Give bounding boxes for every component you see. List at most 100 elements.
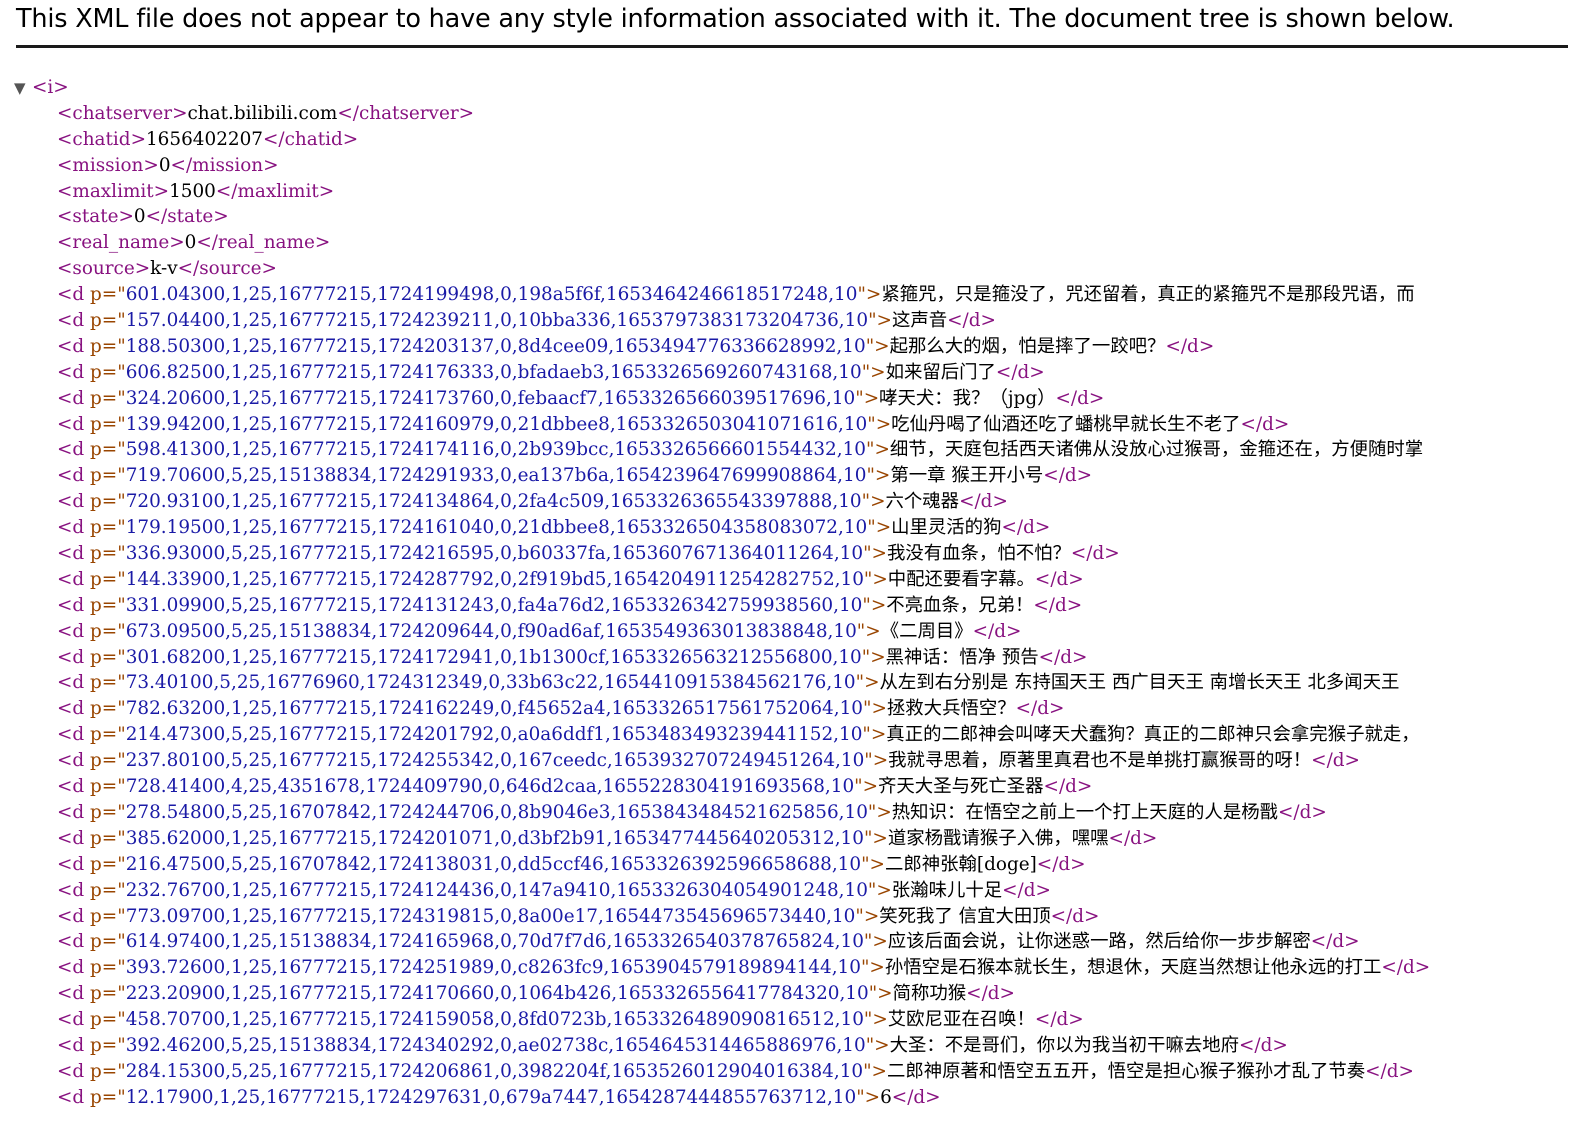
danmaku-text: 二郎神原著和悟空五五开，悟空是担心猴子猴孙才乱了节奏 — [886, 1060, 1366, 1082]
danmaku-row: <d p="157.04400,1,25,16777215,1724239211… — [0, 308, 1574, 334]
field-close-tag: </chatserver> — [337, 102, 475, 124]
danmaku-text: 山里灵活的狗 — [891, 517, 1002, 539]
danmaku-attr-close: "> — [865, 1034, 890, 1056]
danmaku-row: <d p="385.62000,1,25,16777215,1724201071… — [0, 826, 1574, 852]
danmaku-text: 二郎神张翰[doge] — [884, 853, 1037, 875]
field-close-tag: </chatid> — [263, 128, 359, 150]
danmaku-attr-close: "> — [867, 517, 892, 539]
danmaku-attr-name: p=" — [90, 931, 126, 953]
field-value: chat.bilibili.com — [187, 102, 338, 124]
xml-document-tree: ▼ <i> <chatserver>chat.bilibili.com</chat… — [0, 75, 1574, 1111]
danmaku-attr-close: "> — [856, 1086, 881, 1108]
danmaku-close-tag: </d> — [1278, 801, 1327, 823]
danmaku-attr-close: "> — [867, 879, 892, 901]
xml-field-row: <maxlimit>1500</maxlimit> — [0, 179, 1574, 205]
danmaku-attr-close: "> — [861, 646, 886, 668]
danmaku-open-tag: <d — [57, 620, 91, 642]
xml-field-row: <state>0</state> — [0, 204, 1574, 230]
danmaku-text: 笑死我了 信宜大田顶 — [879, 905, 1051, 927]
danmaku-attr-value: 601.04300,1,25,16777215,1724199498,0,198… — [125, 284, 858, 306]
root-element-row: ▼ <i> — [0, 75, 1574, 101]
danmaku-attr-name: p=" — [90, 361, 126, 383]
danmaku-row: <d p="393.72600,1,25,16777215,1724251989… — [0, 955, 1574, 981]
danmaku-attr-value: 237.80100,5,25,16777215,1724255342,0,167… — [125, 750, 865, 772]
danmaku-row: <d p="179.19500,1,25,16777215,1724161040… — [0, 515, 1574, 541]
danmaku-row: <d p="601.04300,1,25,16777215,1724199498… — [0, 282, 1574, 308]
danmaku-row: <d p="324.20600,1,25,16777215,1724173760… — [0, 386, 1574, 412]
danmaku-attr-value: 12.17900,1,25,16777215,1724297631,0,679a… — [125, 1086, 857, 1108]
danmaku-attr-value: 673.09500,5,25,15138834,1724209644,0,f90… — [125, 620, 857, 642]
xml-info-banner: This XML file does not appear to have an… — [16, 0, 1568, 48]
danmaku-attr-name: p=" — [90, 853, 126, 875]
danmaku-attr-value: 336.93000,5,25,16777215,1724216595,0,b60… — [125, 543, 864, 565]
danmaku-attr-name: p=" — [90, 1009, 126, 1031]
danmaku-attr-close: "> — [865, 335, 890, 357]
danmaku-attr-name: p=" — [90, 983, 126, 1005]
danmaku-attr-value: 385.62000,1,25,16777215,1724201071,0,d3b… — [125, 827, 864, 849]
danmaku-open-tag: <d — [57, 776, 91, 798]
danmaku-open-tag: <d — [57, 672, 91, 694]
danmaku-text: 紧箍咒，只是箍没了，咒还留着，真正的紧箍咒不是那段咒语，而 — [881, 284, 1415, 306]
danmaku-attr-value: 232.76700,1,25,16777215,1724124436,0,147… — [125, 879, 868, 901]
danmaku-text: 如来留后门了 — [885, 361, 996, 383]
danmaku-text: 我没有血条，怕不怕？ — [886, 543, 1071, 565]
danmaku-attr-close: "> — [854, 776, 879, 798]
collapse-toggle-icon[interactable]: ▼ — [14, 76, 32, 102]
xml-field-row: <chatserver>chat.bilibili.com</chatserve… — [0, 101, 1574, 127]
danmaku-attr-close: "> — [860, 957, 885, 979]
danmaku-attr-close: "> — [861, 361, 886, 383]
danmaku-row: <d p="728.41400,4,25,4351678,1724409790,… — [0, 774, 1574, 800]
danmaku-attr-name: p=" — [90, 750, 126, 772]
danmaku-open-tag: <d — [57, 543, 91, 565]
danmaku-row: <d p="331.09900,5,25,16777215,1724131243… — [0, 593, 1574, 619]
danmaku-text: 我就寻思着，原著里真君也不是单挑打赢猴哥的呀！ — [888, 750, 1312, 772]
danmaku-close-tag: </d> — [1050, 905, 1100, 927]
danmaku-attr-name: p=" — [90, 413, 126, 435]
danmaku-attr-value: 278.54800,5,25,16707842,1724244706,0,8b9… — [125, 801, 868, 823]
danmaku-row: <d p="606.82500,1,25,16777215,1724176333… — [0, 360, 1574, 386]
danmaku-attr-name: p=" — [90, 724, 126, 746]
danmaku-attr-name: p=" — [90, 905, 126, 927]
danmaku-attr-name: p=" — [90, 568, 126, 590]
danmaku-open-tag: <d — [57, 284, 91, 306]
danmaku-row: <d p="598.41300,1,25,16777215,1724174116… — [0, 437, 1574, 463]
danmaku-row: <d p="139.94200,1,25,16777215,1724160979… — [0, 412, 1574, 438]
danmaku-attr-name: p=" — [90, 801, 126, 823]
field-close-tag: </mission> — [170, 154, 279, 176]
danmaku-attr-value: 214.47300,5,25,16777215,1724201792,0,a0a… — [125, 724, 863, 746]
danmaku-close-tag: </d> — [1165, 335, 1215, 357]
danmaku-attr-close: "> — [867, 413, 892, 435]
danmaku-attr-close: "> — [861, 853, 885, 875]
danmaku-attr-close: "> — [864, 750, 889, 772]
danmaku-open-tag: <d — [57, 361, 91, 383]
danmaku-row: <d p="458.70700,1,25,16777215,1724159058… — [0, 1007, 1574, 1033]
danmaku-row: <d p="782.63200,1,25,16777215,1724162249… — [0, 696, 1574, 722]
danmaku-close-tag: </d> — [966, 983, 1015, 1005]
danmaku-row: <d p="673.09500,5,25,15138834,1724209644… — [0, 619, 1574, 645]
danmaku-attr-value: 598.41300,1,25,16777215,1724174116,0,2b9… — [125, 439, 866, 461]
field-value: 0 — [133, 206, 146, 228]
danmaku-close-tag: </d> — [947, 310, 996, 332]
danmaku-text: 道家杨戬请猴子入佛，嘿嘿 — [887, 827, 1109, 849]
field-open-tag: <maxlimit> — [57, 180, 170, 202]
danmaku-attr-value: 157.04400,1,25,16777215,1724239211,0,10b… — [125, 310, 869, 332]
danmaku-close-tag: </d> — [1239, 1034, 1288, 1056]
danmaku-attr-close: "> — [862, 724, 887, 746]
danmaku-attr-name: p=" — [90, 284, 126, 306]
danmaku-row: <d p="301.68200,1,25,16777215,1724172941… — [0, 645, 1574, 671]
field-value: k-v — [150, 258, 178, 280]
danmaku-attr-value: 606.82500,1,25,16777215,1724176333,0,bfa… — [125, 361, 862, 383]
danmaku-open-tag: <d — [57, 724, 91, 746]
danmaku-close-tag: </d> — [972, 620, 1022, 642]
danmaku-attr-value: 301.68200,1,25,16777215,1724172941,0,1b1… — [125, 646, 862, 668]
field-open-tag: <real_name> — [57, 232, 185, 254]
field-open-tag: <chatid> — [57, 128, 146, 150]
danmaku-attr-name: p=" — [90, 594, 126, 616]
danmaku-attr-value: 458.70700,1,25,16777215,1724159058,0,8fd… — [125, 1009, 864, 1031]
danmaku-attr-close: "> — [863, 1009, 888, 1031]
danmaku-attr-name: p=" — [90, 1034, 126, 1056]
danmaku-attr-name: p=" — [90, 827, 126, 849]
danmaku-text: 拯救大兵悟空？ — [886, 698, 1016, 720]
danmaku-attr-value: 331.09900,5,25,16777215,1724131243,0,fa4… — [125, 594, 863, 616]
danmaku-attr-value: 719.70600,5,25,15138834,1724291933,0,ea1… — [125, 465, 867, 487]
